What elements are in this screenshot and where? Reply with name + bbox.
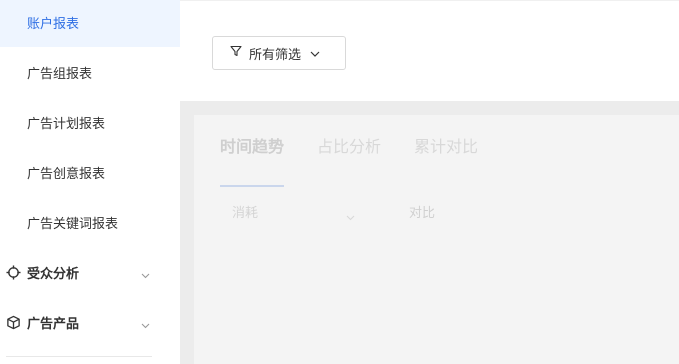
compare-toggle[interactable]: 对比	[409, 202, 435, 221]
sidebar-item-account-report[interactable]: 账户报表	[0, 0, 180, 47]
chevron-down-icon	[310, 46, 320, 61]
sidebar-item-label: 广告关键词报表	[27, 216, 119, 232]
tab-time-trend[interactable]: 时间趋势	[220, 133, 285, 187]
sidebar-item-campaign-report[interactable]: 广告计划报表	[0, 97, 180, 147]
chevron-down-icon	[141, 318, 150, 333]
sidebar-divider	[6, 356, 152, 357]
sidebar-group-label: 受众分析	[27, 266, 80, 282]
tab-label: 时间趋势	[220, 137, 285, 156]
sidebar-item-label: 账户报表	[27, 16, 80, 32]
sidebar-item-adgroup-report[interactable]: 广告组报表	[0, 47, 180, 97]
metric-select[interactable]: 消耗	[232, 202, 258, 221]
audience-target-icon	[5, 264, 21, 280]
sidebar-item-label: 广告创意报表	[27, 166, 106, 182]
active-tab-underline	[220, 185, 284, 187]
filter-icon	[230, 45, 242, 61]
sidebar-item-label: 广告计划报表	[27, 116, 106, 132]
tab-cumulative-compare[interactable]: 累计对比	[414, 133, 478, 173]
all-filters-label: 所有筛选	[249, 47, 302, 63]
sidebar-item-keyword-report[interactable]: 广告关键词报表	[0, 197, 180, 247]
tab-share-analysis[interactable]: 占比分析	[317, 133, 381, 173]
sidebar-item-label: 广告组报表	[27, 66, 93, 82]
tab-label: 累计对比	[414, 137, 479, 156]
report-panel: 时间趋势 占比分析 累计对比 消耗 对比	[194, 115, 679, 364]
sidebar-group-label: 广告产品	[27, 316, 80, 332]
all-filters-button[interactable]: 所有筛选	[212, 36, 346, 70]
report-tabs: 时间趋势 占比分析 累计对比	[220, 133, 511, 187]
chevron-down-icon	[346, 206, 355, 225]
report-content-area: 时间趋势 占比分析 累计对比 消耗 对比	[180, 101, 679, 364]
product-box-icon	[5, 314, 21, 330]
sidebar-item-creative-report[interactable]: 广告创意报表	[0, 147, 180, 197]
sidebar-group-audience-analysis[interactable]: 受众分析	[0, 247, 180, 297]
filter-bar: 所有筛选	[180, 0, 679, 101]
tab-label: 占比分析	[317, 137, 382, 156]
sidebar-group-ad-products[interactable]: 广告产品	[0, 297, 180, 347]
sidebar: 账户报表 广告组报表 广告计划报表 广告创意报表 广告关键词报表 受众分析 广告…	[0, 0, 180, 364]
chevron-down-icon	[141, 268, 150, 283]
